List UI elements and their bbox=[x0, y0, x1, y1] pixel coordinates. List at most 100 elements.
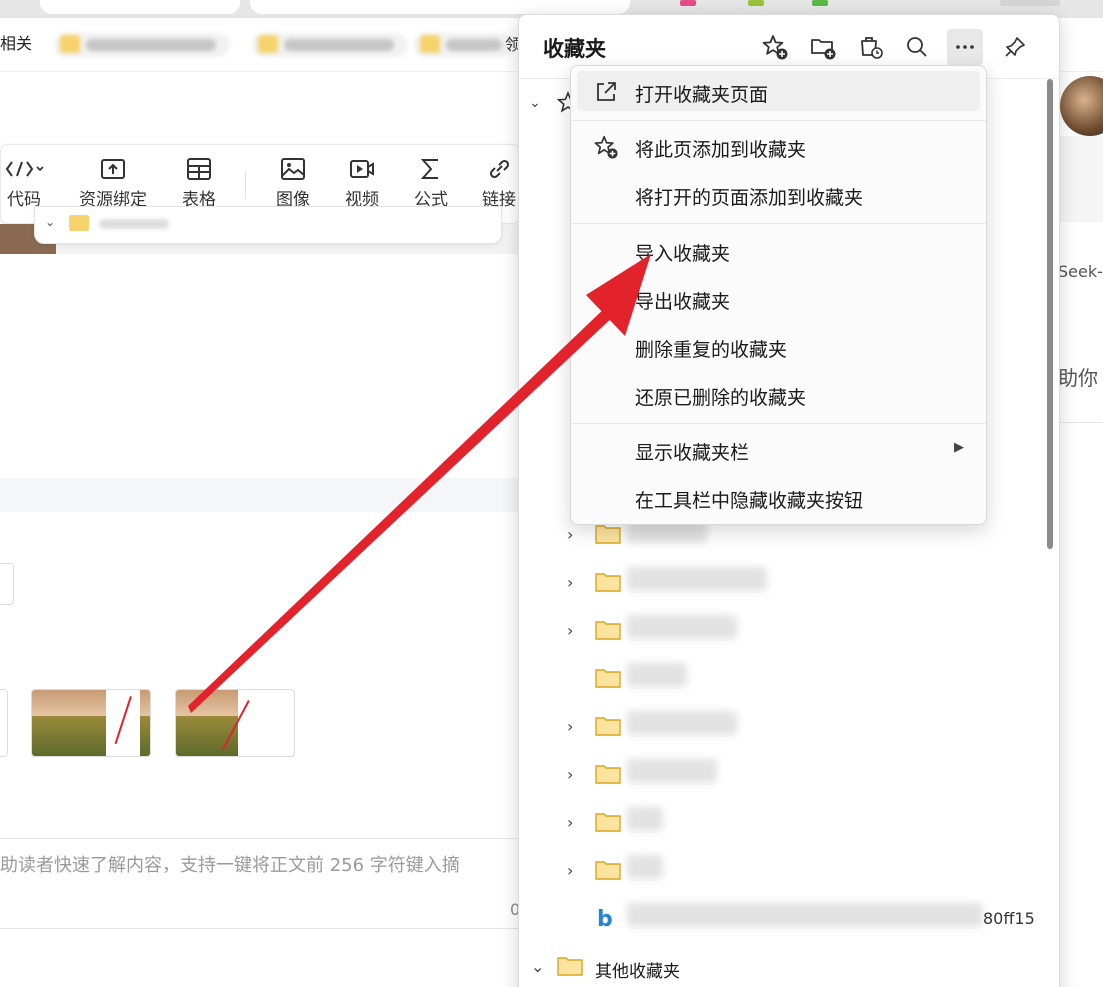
chevron-down-icon[interactable]: ⌄ bbox=[45, 215, 55, 229]
panel-title: 收藏夹 bbox=[543, 37, 606, 61]
menu-separator bbox=[571, 120, 986, 121]
favorites-bar-item[interactable] bbox=[252, 33, 408, 57]
favorites-folder-row[interactable]: › bbox=[519, 751, 1059, 799]
folder-icon bbox=[595, 717, 621, 736]
favorites-folder-row[interactable]: › bbox=[519, 607, 1059, 655]
page-right-text: 助你 bbox=[1058, 366, 1098, 390]
favorite-link-row[interactable]: b 80ff15 bbox=[519, 895, 1059, 943]
ellipsis-icon bbox=[956, 45, 974, 49]
menu-item-label: 导出收藏夹 bbox=[635, 291, 731, 313]
folder-icon bbox=[595, 573, 621, 592]
chevron-down-icon[interactable]: ⌄ bbox=[531, 957, 544, 976]
address-bar[interactable] bbox=[250, 0, 630, 14]
menu-item-show-favorites-bar[interactable]: 显示收藏夹栏 ▶ bbox=[577, 429, 980, 469]
menu-item-remove-duplicates[interactable]: 删除重复的收藏夹 bbox=[577, 326, 980, 366]
toolbar-code-button[interactable]: 代码 bbox=[0, 157, 59, 210]
menu-item-label: 在工具栏中隐藏收藏夹按钮 bbox=[635, 490, 864, 512]
star-plus-icon bbox=[762, 35, 788, 60]
toolbar-table-button[interactable]: 表格 bbox=[164, 157, 234, 210]
chevron-right-icon[interactable]: › bbox=[567, 573, 573, 592]
chevron-right-icon[interactable]: › bbox=[567, 861, 573, 880]
favorites-more-menu: 打开收藏夹页面 将此页添加到收藏夹 将打开的页面添加到收藏夹 导入收藏夹 导出收… bbox=[570, 65, 987, 525]
menu-item-open-favorites-page[interactable]: 打开收藏夹页面 bbox=[577, 71, 980, 111]
image-thumbnail[interactable] bbox=[0, 689, 8, 757]
favorites-folder-row[interactable]: › bbox=[519, 559, 1059, 607]
bing-icon: b bbox=[597, 907, 613, 932]
menu-item-export-favorites[interactable]: 导出收藏夹 bbox=[577, 278, 980, 318]
chevron-right-icon[interactable]: › bbox=[567, 717, 573, 736]
scrollbar[interactable] bbox=[1047, 79, 1053, 549]
favorites-bar-item[interactable] bbox=[54, 33, 230, 57]
open-external-icon bbox=[597, 82, 616, 101]
collections-button[interactable] bbox=[853, 29, 889, 65]
search-icon bbox=[907, 37, 927, 57]
menu-item-import-favorites[interactable]: 导入收藏夹 bbox=[577, 230, 980, 270]
folder-icon bbox=[420, 35, 440, 53]
chevron-right-icon[interactable]: › bbox=[567, 525, 573, 544]
extension-icon[interactable] bbox=[748, 0, 764, 6]
favorites-folder-row[interactable] bbox=[519, 655, 1059, 703]
extension-icon[interactable] bbox=[812, 0, 828, 6]
image-icon bbox=[281, 158, 305, 180]
video-icon bbox=[350, 160, 374, 178]
other-favorites-label: 其他收藏夹 bbox=[595, 962, 680, 982]
menu-item-label: 将此页添加到收藏夹 bbox=[635, 139, 807, 161]
folder-icon bbox=[60, 35, 80, 53]
other-favorites-row[interactable]: ⌄ 其他收藏夹 bbox=[519, 951, 1059, 985]
image-thumbnail[interactable] bbox=[31, 689, 151, 757]
folder-plus-icon bbox=[811, 39, 836, 60]
code-icon bbox=[5, 161, 44, 177]
menu-item-add-this-page[interactable]: 将此页添加到收藏夹 bbox=[577, 126, 980, 166]
divider bbox=[0, 928, 520, 929]
favorites-folder-row[interactable]: › bbox=[519, 703, 1059, 751]
table-icon bbox=[187, 158, 211, 180]
page-control[interactable] bbox=[0, 563, 14, 605]
abstract-hint[interactable]: 助读者快速了解内容，支持一键将正文前 256 字符键入摘 bbox=[0, 851, 460, 877]
folder-icon bbox=[69, 215, 89, 231]
chevron-right-icon[interactable]: › bbox=[567, 621, 573, 640]
folder-icon bbox=[595, 765, 621, 784]
menu-item-add-open-pages[interactable]: 将打开的页面添加到收藏夹 bbox=[577, 174, 980, 214]
favorites-bar-item[interactable] bbox=[414, 33, 514, 57]
favorites-bar-item[interactable]: 相关 bbox=[0, 30, 32, 54]
favorites-toolbar-button[interactable] bbox=[1000, 0, 1060, 6]
folder-icon bbox=[595, 813, 621, 832]
add-folder-button[interactable] bbox=[805, 29, 841, 65]
menu-separator bbox=[571, 423, 986, 424]
chevron-right-icon[interactable]: › bbox=[567, 813, 573, 832]
menu-item-label: 打开收藏夹页面 bbox=[635, 84, 769, 106]
menu-item-hide-favorites-button[interactable]: 在工具栏中隐藏收藏夹按钮 bbox=[577, 477, 980, 517]
menu-item-restore-deleted[interactable]: 还原已删除的收藏夹 bbox=[577, 374, 980, 414]
toolbar-video-button[interactable]: 视频 bbox=[327, 157, 397, 210]
toolbar-separator bbox=[245, 171, 246, 199]
menu-separator bbox=[571, 223, 986, 224]
menu-item-label: 还原已删除的收藏夹 bbox=[635, 387, 807, 409]
link-icon bbox=[489, 159, 510, 179]
toolbar-image-button[interactable]: 图像 bbox=[258, 157, 328, 210]
toolbar-resource-bind-button[interactable]: 资源绑定 bbox=[63, 157, 163, 210]
folder-icon bbox=[595, 861, 621, 880]
submenu-arrow-icon: ▶ bbox=[954, 440, 964, 455]
folder-icon bbox=[595, 525, 621, 544]
chevron-down-icon[interactable]: ⌄ bbox=[529, 95, 541, 111]
folder-icon bbox=[595, 669, 621, 688]
more-options-button[interactable] bbox=[947, 29, 983, 65]
favorite-link-label: 80ff15 bbox=[983, 909, 1035, 928]
search-favorites-button[interactable] bbox=[899, 29, 935, 65]
favorites-folder-row[interactable]: › bbox=[519, 799, 1059, 847]
menu-item-label: 删除重复的收藏夹 bbox=[635, 339, 788, 361]
favorites-folder-row[interactable]: › bbox=[519, 847, 1059, 895]
bag-icon bbox=[861, 37, 883, 59]
sigma-icon bbox=[420, 159, 438, 179]
toolbar-formula-button[interactable]: 公式 bbox=[396, 157, 466, 210]
browser-tab[interactable] bbox=[40, 0, 240, 14]
menu-item-label: 导入收藏夹 bbox=[635, 243, 731, 265]
page-right-text: Seek- bbox=[1058, 262, 1103, 281]
pin-panel-button[interactable] bbox=[997, 29, 1033, 65]
chevron-right-icon[interactable]: › bbox=[567, 765, 573, 784]
extension-icon[interactable] bbox=[680, 0, 696, 6]
section-band bbox=[0, 478, 520, 512]
image-thumbnail[interactable] bbox=[175, 689, 295, 757]
add-favorite-button[interactable] bbox=[757, 29, 793, 65]
resource-popup: ⌄ bbox=[34, 206, 502, 244]
